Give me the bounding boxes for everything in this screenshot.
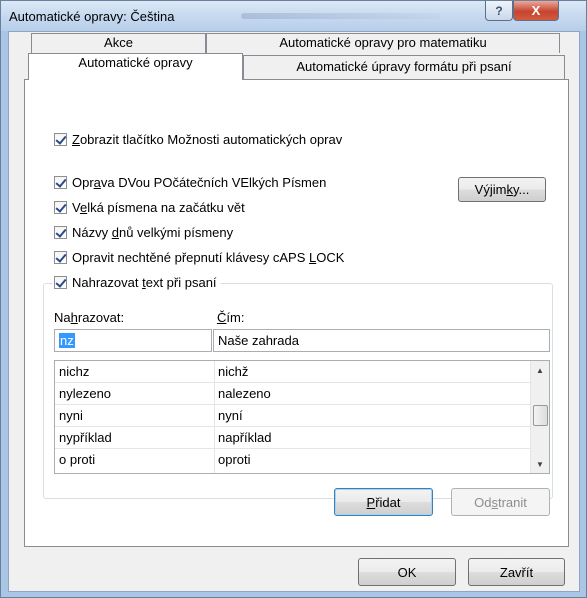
window-title: Automatické opravy: Čeština: [9, 9, 175, 24]
list-row[interactable]: nichz nichž: [55, 361, 530, 383]
autocorrect-dialog: Automatické opravy: Čeština ? X Akce Aut…: [0, 0, 587, 598]
replace-text-option[interactable]: Nahrazovat text při psaní: [52, 273, 221, 291]
with-input[interactable]: Naše zahrada: [213, 329, 550, 352]
two-initial-capitals-option[interactable]: Oprava DVou POčátečních VElkých Písmen: [54, 173, 326, 191]
ok-button[interactable]: OK: [358, 558, 456, 586]
tab-math-autocorrect[interactable]: Automatické opravy pro matematiku: [206, 33, 560, 53]
list-row[interactable]: nypříklad například: [55, 427, 530, 449]
scroll-thumb[interactable]: [533, 405, 548, 426]
capitalize-days-option[interactable]: Názvy dnů velkými písmeny: [54, 223, 233, 241]
replace-text-checkbox[interactable]: [54, 275, 67, 289]
show-autocorrect-buttons-option[interactable]: Zobrazit tlačítko Možnosti automatických…: [54, 130, 342, 148]
blurred-title-text: [241, 13, 441, 19]
tab-akce[interactable]: Akce: [31, 33, 206, 53]
caps-lock-checkbox[interactable]: [54, 250, 67, 264]
delete-button[interactable]: Od s tranit: [451, 488, 550, 516]
tab-autoformat-as-you-type[interactable]: Automatické úpravy formátu při psaní: [243, 55, 565, 79]
capitalize-sentences-checkbox[interactable]: [54, 200, 67, 214]
title-bar[interactable]: Automatické opravy: Čeština ? X: [1, 1, 586, 31]
exceptions-button[interactable]: Výjim k y...: [458, 177, 546, 202]
scroll-up-icon[interactable]: ▲: [531, 361, 549, 379]
with-label: Čím:: [217, 310, 245, 325]
list-row[interactable]: nyni nyní: [55, 405, 530, 427]
replace-label: Nahrazovat:: [54, 310, 125, 325]
replace-input[interactable]: nz: [54, 329, 212, 352]
caps-lock-option[interactable]: Opravit nechtěné přepnutí klávesy cAPS L…: [54, 248, 344, 266]
scroll-down-icon[interactable]: ▼: [531, 455, 549, 473]
close-button[interactable]: Zavřít: [468, 558, 565, 586]
capitalize-sentences-option[interactable]: Velká písmena na začátku vět: [54, 198, 245, 216]
list-row[interactable]: o proti oproti: [55, 449, 530, 471]
show-buttons-checkbox[interactable]: [54, 132, 67, 146]
two-initial-caps-checkbox[interactable]: [54, 175, 67, 189]
help-button[interactable]: ?: [485, 1, 513, 21]
tab-autocorrect[interactable]: Automatické opravy: [28, 53, 243, 80]
autocorrect-entries-list[interactable]: nichz nichž nylezeno nalezeno nyni nyní nyp…: [54, 360, 550, 474]
add-button[interactable]: Přidat: [334, 488, 433, 516]
list-row[interactable]: nylezeno nalezeno: [55, 383, 530, 405]
close-window-button[interactable]: X: [513, 1, 559, 21]
capitalize-days-checkbox[interactable]: [54, 225, 67, 239]
vertical-scrollbar[interactable]: ▲ ▼: [530, 361, 549, 473]
